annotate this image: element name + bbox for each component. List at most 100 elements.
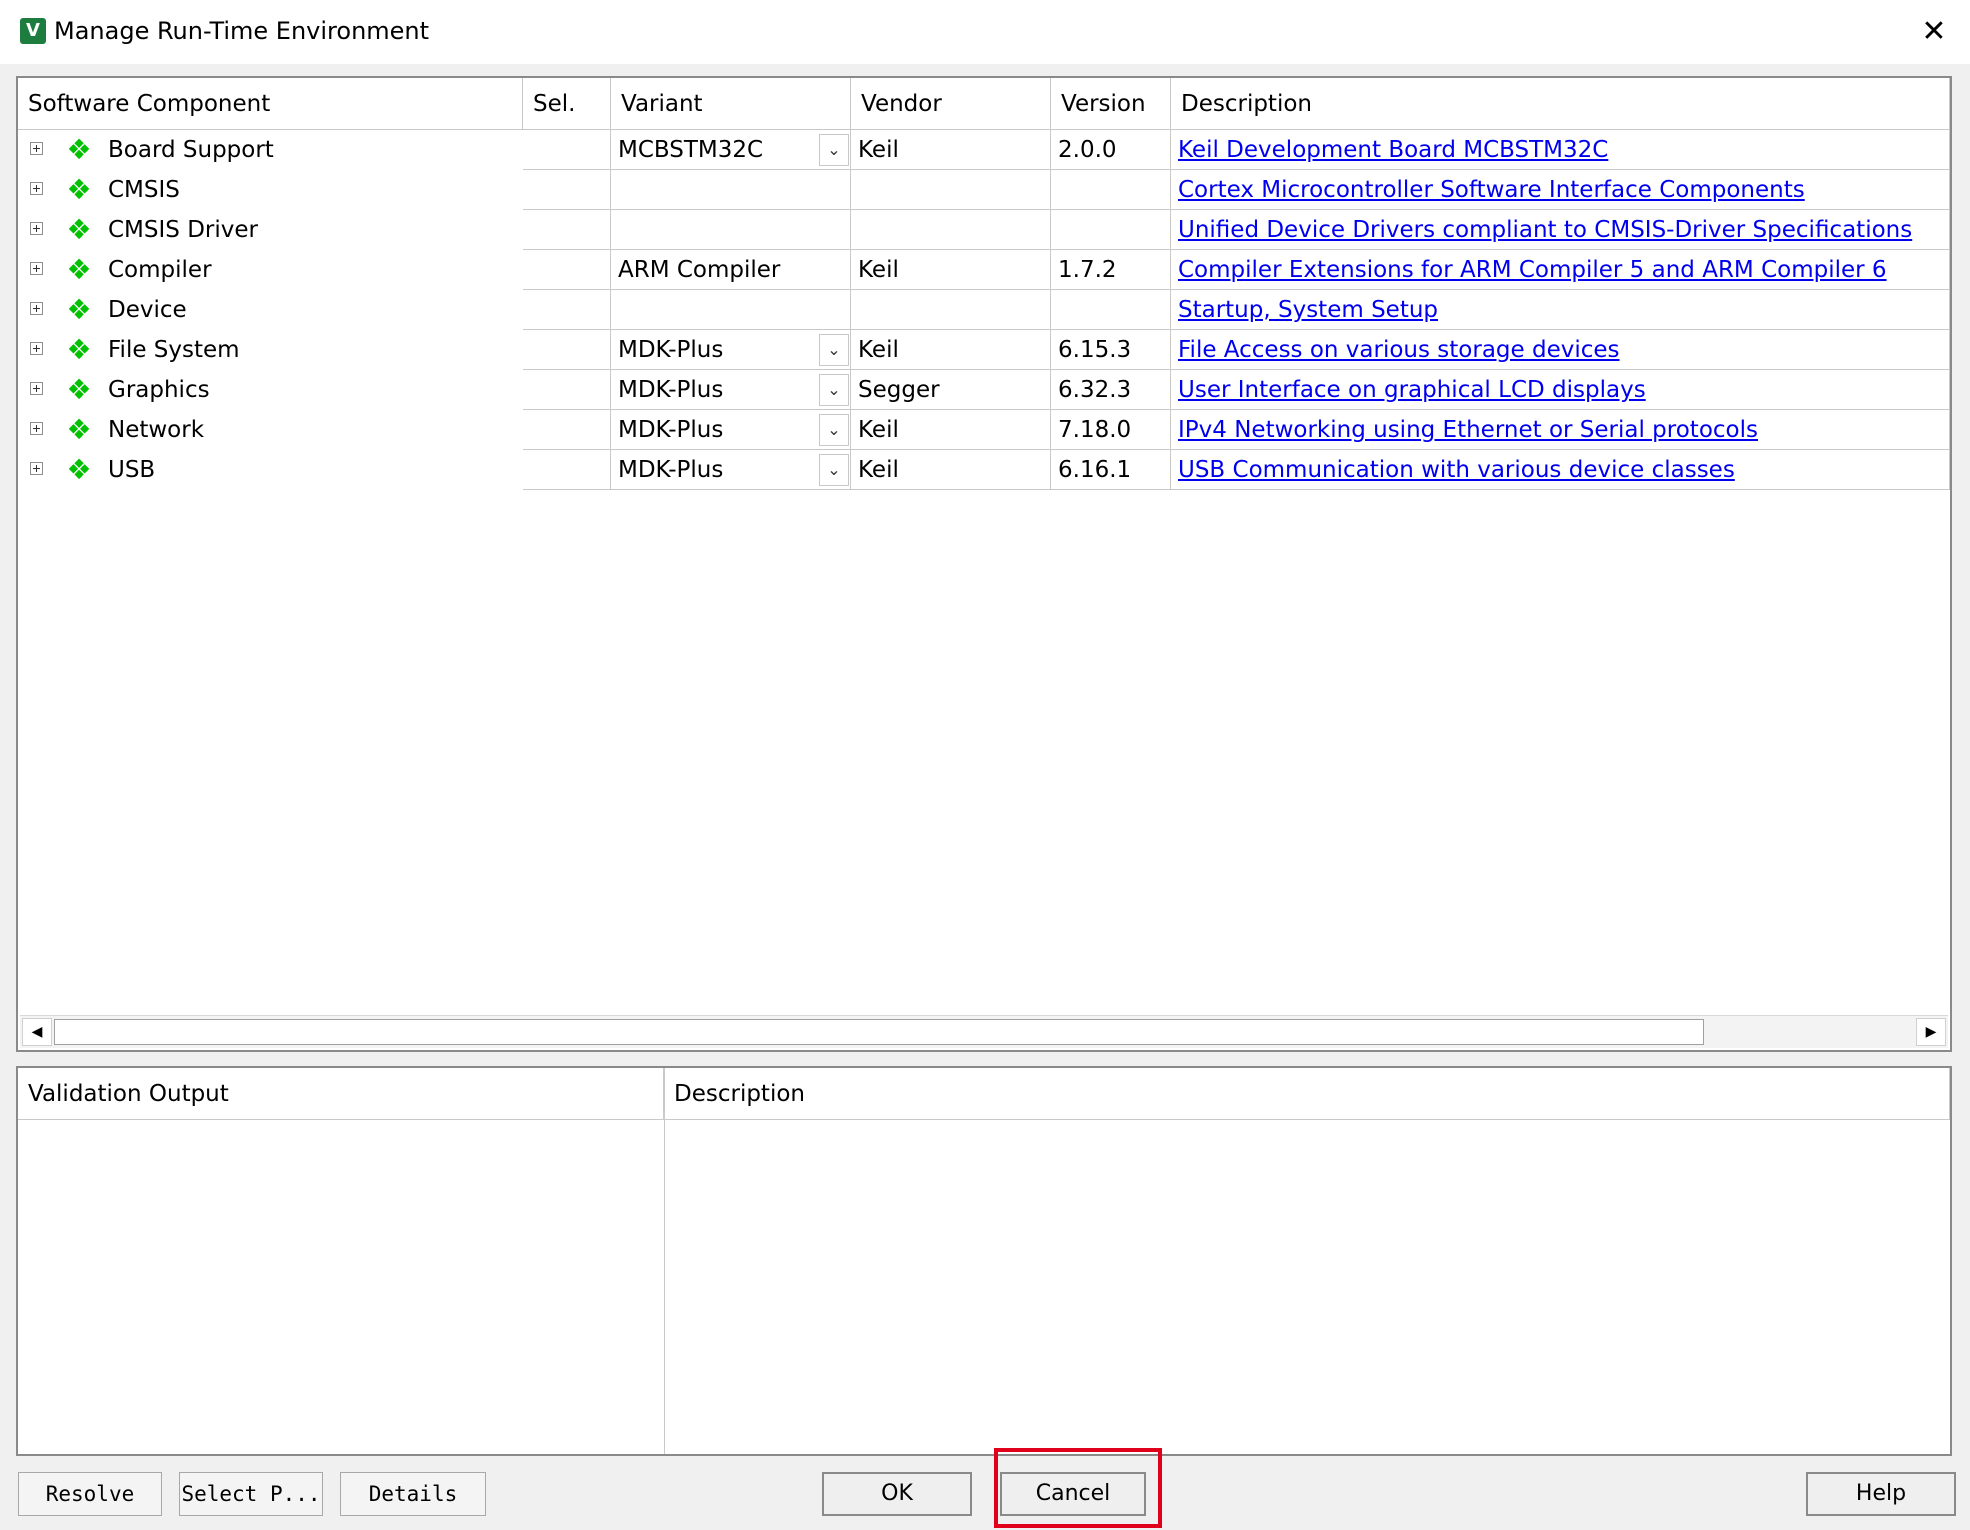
variant-cell[interactable]: MDK-Plus ⌄ <box>611 410 851 450</box>
sel-cell[interactable] <box>523 170 611 210</box>
scroll-right-icon[interactable]: ▶ <box>1916 1018 1946 1046</box>
chevron-down-icon[interactable]: ⌄ <box>819 334 849 366</box>
component-cell: ❖ File System <box>18 330 523 370</box>
description-cell: USB Communication with various device cl… <box>1171 450 1950 490</box>
resolve-button[interactable]: Resolve <box>18 1472 162 1516</box>
chevron-down-icon[interactable]: ⌄ <box>819 374 849 406</box>
sel-cell[interactable] <box>523 330 611 370</box>
select-packs-button[interactable]: Select P... <box>179 1472 323 1516</box>
version-cell <box>1051 290 1171 330</box>
table-row[interactable]: ❖ Compiler ARM Compiler Keil 1.7.2 Compiler E… <box>18 250 1950 290</box>
description-link[interactable]: Keil Development Board MCBSTM32C <box>1178 137 1608 163</box>
component-icon: ❖ <box>66 133 92 166</box>
variant-value: MDK-Plus <box>618 377 724 403</box>
description-cell: Cortex Microcontroller Software Interfac… <box>1171 170 1950 210</box>
col-sel[interactable]: Sel. <box>523 78 611 130</box>
col-software-component[interactable]: Software Component <box>18 78 523 130</box>
version-cell: 1.7.2 <box>1051 250 1171 290</box>
variant-value: ARM Compiler <box>618 257 781 283</box>
variant-cell[interactable]: MDK-Plus ⌄ <box>611 450 851 490</box>
component-cell: ❖ Device <box>18 290 523 330</box>
expand-icon[interactable] <box>30 142 43 155</box>
chevron-down-icon[interactable]: ⌄ <box>819 454 849 486</box>
expand-icon[interactable] <box>30 342 43 355</box>
table-row[interactable]: ❖ USB MDK-Plus ⌄ Keil 6.16.1 USB Communication… <box>18 450 1950 490</box>
version-cell <box>1051 170 1171 210</box>
col-validation-output[interactable]: Validation Output <box>18 1068 664 1120</box>
description-link[interactable]: USB Communication with various device cl… <box>1178 457 1735 483</box>
help-button[interactable]: Help <box>1806 1472 1956 1516</box>
table-row[interactable]: ❖ Device Startup, System Setup <box>18 290 1950 330</box>
variant-cell[interactable]: MDK-Plus ⌄ <box>611 330 851 370</box>
ok-button[interactable]: OK <box>822 1472 972 1516</box>
description-link[interactable]: File Access on various storage devices <box>1178 337 1620 363</box>
window-title: Manage Run-Time Environment <box>54 17 430 45</box>
validation-table: Validation Output Description <box>16 1066 1952 1456</box>
table-row[interactable]: ❖ Graphics MDK-Plus ⌄ Segger 6.32.3 User Inter… <box>18 370 1950 410</box>
description-cell: Startup, System Setup <box>1171 290 1950 330</box>
chevron-down-icon[interactable]: ⌄ <box>819 134 849 166</box>
expand-icon[interactable] <box>30 262 43 275</box>
component-icon: ❖ <box>66 333 92 366</box>
expand-icon[interactable] <box>30 462 43 475</box>
chevron-down-icon[interactable]: ⌄ <box>819 414 849 446</box>
table-row[interactable]: ❖ Board Support MCBSTM32C ⌄ Keil 2.0.0 Keil De… <box>18 130 1950 170</box>
variant-cell <box>611 170 851 210</box>
scrollbar-thumb[interactable] <box>54 1019 1704 1045</box>
expand-icon[interactable] <box>30 382 43 395</box>
description-cell: Compiler Extensions for ARM Compiler 5 a… <box>1171 250 1950 290</box>
vendor-cell: Keil <box>851 250 1051 290</box>
vendor-cell <box>851 290 1051 330</box>
description-link[interactable]: User Interface on graphical LCD displays <box>1178 377 1646 403</box>
title-bar: V Manage Run-Time Environment ✕ <box>0 0 1970 64</box>
col-variant[interactable]: Variant <box>611 78 851 130</box>
sel-cell[interactable] <box>523 250 611 290</box>
col-vendor[interactable]: Vendor <box>851 78 1051 130</box>
component-name: Compiler <box>108 257 212 283</box>
sel-cell[interactable] <box>523 210 611 250</box>
description-cell: User Interface on graphical LCD displays <box>1171 370 1950 410</box>
description-link[interactable]: Unified Device Drivers compliant to CMSI… <box>1178 217 1912 243</box>
table-row[interactable]: ❖ CMSIS Driver Unified Device Drivers comp… <box>18 210 1950 250</box>
variant-cell[interactable]: MCBSTM32C ⌄ <box>611 130 851 170</box>
sel-cell[interactable] <box>523 290 611 330</box>
component-table: Software Component Sel. Variant Vendor V… <box>16 76 1952 1052</box>
col-description[interactable]: Description <box>1171 78 1950 130</box>
component-cell: ❖ CMSIS Driver <box>18 210 523 250</box>
component-name: Network <box>108 417 205 443</box>
description-link[interactable]: IPv4 Networking using Ethernet or Serial… <box>1178 417 1758 443</box>
component-icon: ❖ <box>66 413 92 446</box>
version-cell: 7.18.0 <box>1051 410 1171 450</box>
variant-value: MDK-Plus <box>618 457 724 483</box>
scroll-left-icon[interactable]: ◀ <box>22 1018 52 1046</box>
details-button[interactable]: Details <box>340 1472 486 1516</box>
col-version[interactable]: Version <box>1051 78 1171 130</box>
expand-icon[interactable] <box>30 302 43 315</box>
component-icon: ❖ <box>66 173 92 206</box>
sel-cell[interactable] <box>523 130 611 170</box>
variant-cell: ARM Compiler <box>611 250 851 290</box>
sel-cell[interactable] <box>523 370 611 410</box>
col-validation-description[interactable]: Description <box>664 1068 1950 1120</box>
horizontal-scrollbar[interactable]: ◀ ▶ <box>20 1015 1948 1048</box>
variant-cell[interactable]: MDK-Plus ⌄ <box>611 370 851 410</box>
sel-cell[interactable] <box>523 410 611 450</box>
cancel-button[interactable]: Cancel <box>1000 1472 1146 1516</box>
component-icon: ❖ <box>66 213 92 246</box>
variant-cell <box>611 290 851 330</box>
vendor-cell: Keil <box>851 330 1051 370</box>
expand-icon[interactable] <box>30 422 43 435</box>
column-divider <box>664 1068 665 1454</box>
description-link[interactable]: Compiler Extensions for ARM Compiler 5 a… <box>1178 257 1887 283</box>
expand-icon[interactable] <box>30 222 43 235</box>
table-row[interactable]: ❖ File System MDK-Plus ⌄ Keil 6.15.3 File Acce… <box>18 330 1950 370</box>
table-row[interactable]: ❖ Network MDK-Plus ⌄ Keil 7.18.0 IPv4 Networki… <box>18 410 1950 450</box>
sel-cell[interactable] <box>523 450 611 490</box>
table-row[interactable]: ❖ CMSIS Cortex Microcontroller Software In… <box>18 170 1950 210</box>
description-link[interactable]: Startup, System Setup <box>1178 297 1438 323</box>
expand-icon[interactable] <box>30 182 43 195</box>
description-link[interactable]: Cortex Microcontroller Software Interfac… <box>1178 177 1805 203</box>
component-name: Device <box>108 297 187 323</box>
component-cell: ❖ CMSIS <box>18 170 523 210</box>
close-icon[interactable]: ✕ <box>1912 10 1956 54</box>
